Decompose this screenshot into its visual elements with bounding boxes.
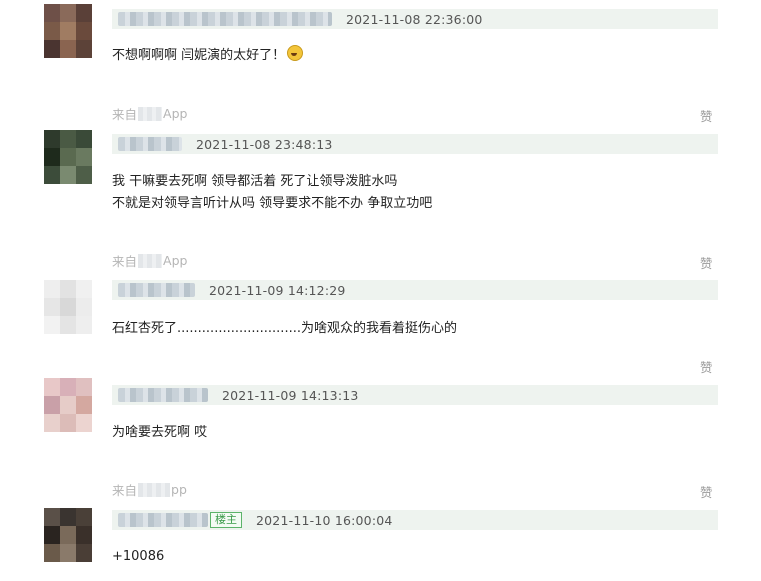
comment-text: +10086 [112,549,165,564]
like-button[interactable]: 赞 [700,106,713,125]
avatar[interactable] [44,508,92,562]
username-redacted[interactable] [118,12,332,26]
comment-timestamp: 2021-11-08 23:48:13 [196,136,333,152]
username-redacted[interactable] [118,137,182,151]
username-redacted[interactable] [118,283,195,297]
avatar[interactable] [44,280,92,334]
comment-text: 石红杏死了..............................为啥观众的… [112,321,457,336]
like-button[interactable]: 赞 [700,357,713,376]
comment-text: 不就是对领导言听计从吗 领导要求不能不办 争取立功吧 [112,196,433,211]
like-button[interactable]: 赞 [700,253,713,272]
comment-timestamp: 2021-11-08 22:36:00 [346,11,483,27]
comment-header: 2021-11-09 14:13:13 [112,385,718,405]
op-badge: 楼主 [210,512,242,528]
comment-source: 来自 pp [112,482,187,498]
comment-text: 我 干嘛要去死啊 领导都活着 死了让领导泼脏水吗 [112,174,398,189]
avatar[interactable] [44,130,92,184]
avatar[interactable] [44,4,92,58]
source-app-redacted [138,106,163,121]
comment-header: 2021-11-09 14:12:29 [112,280,718,300]
source-app-redacted [138,482,171,497]
comment-source: 来自 App [112,106,188,122]
comment-text: 为啥要去死啊 哎 [112,425,208,440]
username-redacted[interactable] [118,388,208,402]
comment-header: 2021-11-08 22:36:00 [112,9,718,29]
crying-face-icon [287,45,304,61]
avatar[interactable] [44,378,92,432]
comment-text: 不想啊啊啊 闫妮演的太好了！ [112,45,304,67]
source-app-redacted [138,253,163,268]
comment-timestamp: 2021-11-10 16:00:04 [256,512,393,528]
comment-timestamp: 2021-11-09 14:13:13 [222,387,359,403]
like-button[interactable]: 赞 [700,482,713,501]
comment-timestamp: 2021-11-09 14:12:29 [209,282,346,298]
comment-header: 楼主 2021-11-10 16:00:04 [112,510,718,530]
comment-source: 来自 App [112,253,188,269]
username-redacted[interactable] [118,513,208,527]
comment-header: 2021-11-08 23:48:13 [112,134,718,154]
